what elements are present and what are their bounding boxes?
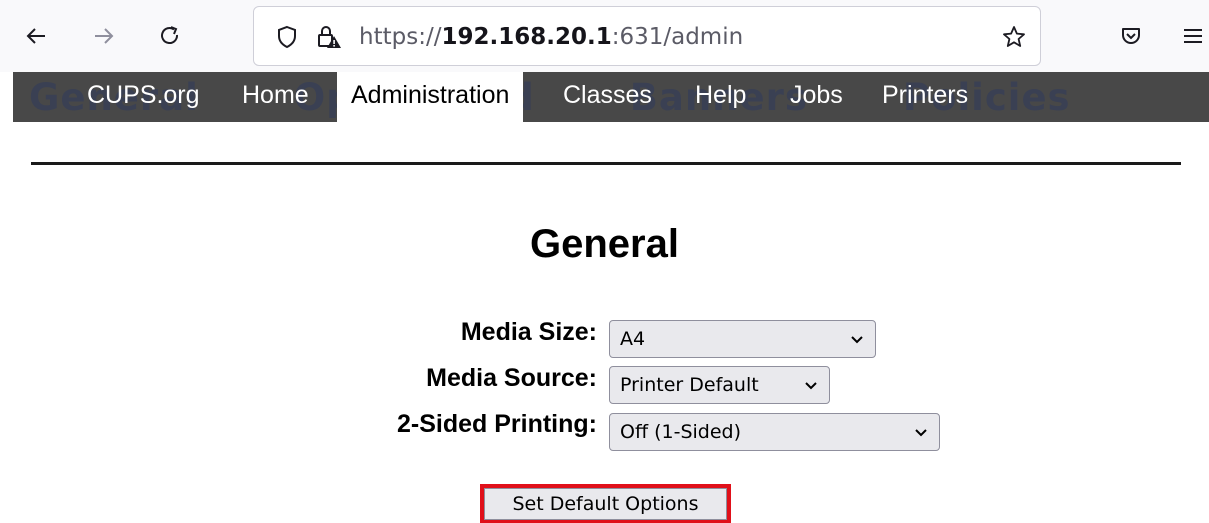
- pocket-icon[interactable]: [1115, 20, 1147, 52]
- media-size-select[interactable]: A4: [609, 320, 876, 358]
- media-source-select[interactable]: Printer Default: [609, 366, 830, 404]
- chevron-down-icon: [803, 367, 819, 403]
- nav-bottom-strip: [13, 122, 1209, 131]
- nav-classes[interactable]: Classes: [563, 72, 652, 122]
- chevron-down-icon: [913, 414, 929, 450]
- arrow-right-icon: [95, 28, 114, 44]
- media-size-value: A4: [620, 328, 646, 350]
- two-sided-printing-select[interactable]: Off (1-Sided): [609, 413, 940, 451]
- address-bar[interactable]: https://192.168.20.1:631/admin: [253, 6, 1041, 66]
- set-default-options-button[interactable]: Set Default Options: [484, 488, 727, 520]
- nav-home[interactable]: Home: [242, 72, 309, 122]
- two-sided-printing-value: Off (1-Sided): [620, 421, 742, 443]
- url-text: https://192.168.20.1:631/admin: [359, 7, 743, 67]
- reload-icon: [161, 26, 179, 44]
- arrow-left-icon: [26, 28, 45, 44]
- chevron-down-icon: [849, 321, 865, 357]
- star-icon[interactable]: [999, 22, 1029, 52]
- cups-nav-bar: GeneralOptiedBannersPolicies CUPS.org Ho…: [13, 72, 1209, 122]
- url-scheme: https://: [359, 24, 442, 50]
- media-source-label: Media Source:: [426, 364, 597, 392]
- two-sided-printing-label: 2-Sided Printing:: [397, 410, 597, 438]
- nav-jobs[interactable]: Jobs: [790, 72, 843, 122]
- url-path: :631/admin: [611, 24, 744, 50]
- nav-help[interactable]: Help: [695, 72, 746, 122]
- url-host: 192.168.20.1: [441, 24, 612, 50]
- browser-toolbar: https://192.168.20.1:631/admin: [0, 0, 1209, 72]
- forward-button[interactable]: [84, 14, 124, 58]
- media-source-value: Printer Default: [620, 374, 759, 396]
- nav-printers[interactable]: Printers: [882, 72, 968, 122]
- nav-administration[interactable]: Administration: [337, 72, 524, 122]
- back-button[interactable]: [16, 14, 56, 58]
- hamburger-menu-icon[interactable]: [1177, 20, 1209, 52]
- nav-cups-org[interactable]: CUPS.org: [87, 72, 200, 122]
- reload-button[interactable]: [150, 14, 190, 58]
- media-size-label: Media Size:: [460, 318, 597, 346]
- divider-rule: [31, 162, 1181, 165]
- page-title: General: [530, 222, 679, 266]
- lock-warning-icon[interactable]: [314, 22, 344, 52]
- tracking-shield-icon[interactable]: [272, 22, 302, 52]
